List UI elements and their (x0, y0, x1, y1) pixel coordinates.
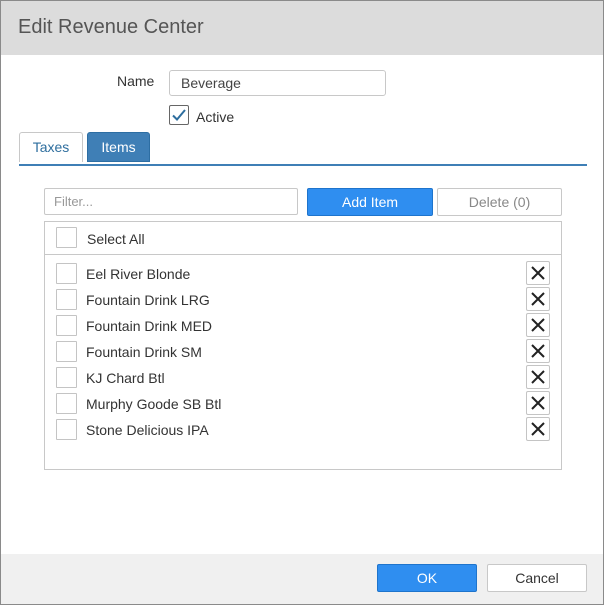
item-checkbox[interactable] (56, 289, 77, 310)
add-item-button[interactable]: Add Item (307, 188, 433, 216)
cancel-button[interactable]: Cancel (487, 564, 587, 592)
select-all-label: Select All (87, 231, 145, 247)
list-item: KJ Chard Btl (45, 364, 561, 390)
select-all-row: Select All (45, 222, 561, 255)
list-item: Fountain Drink MED (45, 312, 561, 338)
item-checkbox[interactable] (56, 315, 77, 336)
item-label: Fountain Drink MED (86, 318, 213, 334)
dialog-titlebar: Edit Revenue Center (1, 1, 603, 55)
edit-revenue-center-dialog: Edit Revenue Center Name Active Taxes It… (0, 0, 604, 605)
close-x-icon (531, 422, 545, 436)
close-x-icon (531, 266, 545, 280)
active-label: Active (196, 109, 235, 125)
item-checkbox[interactable] (56, 393, 77, 414)
remove-item-button[interactable] (526, 313, 550, 337)
list-item: Eel River Blonde (45, 260, 561, 286)
list-item: Stone Delicious IPA (45, 416, 561, 442)
item-label: Fountain Drink SM (86, 344, 202, 360)
name-input[interactable] (169, 70, 386, 96)
select-all-checkbox[interactable] (56, 227, 77, 248)
checkmark-icon (172, 109, 186, 121)
item-checkbox[interactable] (56, 367, 77, 388)
item-label: Murphy Goode SB Btl (86, 396, 222, 412)
item-label: Fountain Drink LRG (86, 292, 210, 308)
list-item: Fountain Drink SM (45, 338, 561, 364)
item-checkbox[interactable] (56, 263, 77, 284)
tab-divider (19, 164, 587, 166)
list-item: Fountain Drink LRG (45, 286, 561, 312)
delete-button[interactable]: Delete (0) (437, 188, 562, 216)
item-label: Stone Delicious IPA (86, 422, 209, 438)
remove-item-button[interactable] (526, 287, 550, 311)
items-list: Select All Eel River Blonde Fountain Dri… (44, 221, 562, 470)
list-item: Murphy Goode SB Btl (45, 390, 561, 416)
close-x-icon (531, 370, 545, 384)
remove-item-button[interactable] (526, 365, 550, 389)
close-x-icon (531, 344, 545, 358)
remove-item-button[interactable] (526, 417, 550, 441)
ok-button[interactable]: OK (377, 564, 477, 592)
filter-input[interactable] (44, 188, 298, 215)
active-checkbox[interactable] (169, 105, 189, 125)
item-label: Eel River Blonde (86, 266, 191, 282)
close-x-icon (531, 292, 545, 306)
item-rows: Eel River Blonde Fountain Drink LRG Foun… (45, 260, 561, 442)
tab-taxes[interactable]: Taxes (19, 132, 83, 162)
name-label: Name (117, 73, 155, 89)
close-x-icon (531, 318, 545, 332)
item-checkbox[interactable] (56, 419, 77, 440)
tab-items[interactable]: Items (87, 132, 150, 162)
remove-item-button[interactable] (526, 261, 550, 285)
dialog-title: Edit Revenue Center (18, 16, 204, 38)
item-checkbox[interactable] (56, 341, 77, 362)
close-x-icon (531, 396, 545, 410)
item-label: KJ Chard Btl (86, 370, 165, 386)
remove-item-button[interactable] (526, 339, 550, 363)
remove-item-button[interactable] (526, 391, 550, 415)
